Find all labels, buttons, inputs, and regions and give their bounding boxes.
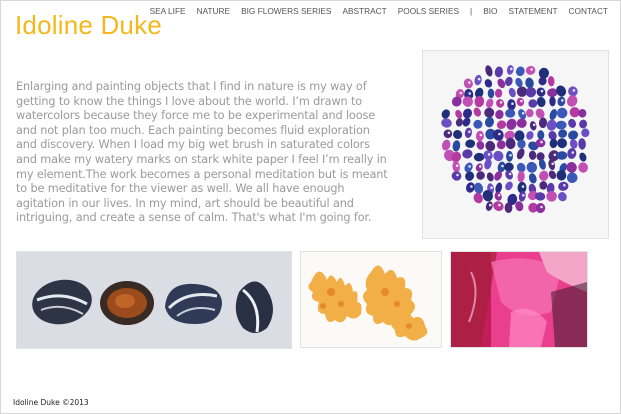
oval-highlight xyxy=(456,173,459,177)
oval-highlight xyxy=(468,165,471,168)
oval-highlight xyxy=(490,186,493,189)
nav-big-flowers-series[interactable]: BIG FLOWERS SERIES xyxy=(241,6,331,16)
pink-abstract-artwork-image[interactable] xyxy=(450,251,588,348)
oval-highlight xyxy=(447,131,451,135)
oval-highlight xyxy=(540,89,544,93)
oval-highlight xyxy=(521,112,525,115)
nav-bio[interactable]: BIO xyxy=(483,6,497,16)
oval-highlight xyxy=(479,165,482,168)
oval-highlight xyxy=(459,91,463,95)
nav-nature[interactable]: NATURE xyxy=(197,6,231,16)
main-nav: SEA LIFE NATURE BIG FLOWERS SERIES ABSTR… xyxy=(139,6,608,16)
oval-highlight xyxy=(468,92,471,95)
oval-highlight xyxy=(470,185,473,188)
oval-highlight xyxy=(551,162,554,166)
oval-highlight xyxy=(530,68,533,71)
oval-highlight xyxy=(468,81,471,84)
oval-highlight xyxy=(468,130,471,134)
oval-highlight xyxy=(497,194,501,197)
oval-highlight xyxy=(572,89,576,92)
oval-highlight xyxy=(477,77,481,81)
oval-highlight xyxy=(509,154,512,157)
oval-highlight xyxy=(520,99,523,103)
oval-highlight xyxy=(487,153,491,156)
oval-mark xyxy=(506,150,513,162)
nav-pools-series[interactable]: POOLS SERIES xyxy=(398,6,459,16)
oval-highlight xyxy=(455,164,459,167)
featured-artwork-image[interactable] xyxy=(422,50,609,239)
footer-copyright: Idoline Duke ©2013 xyxy=(13,398,89,407)
oval-highlight xyxy=(510,67,513,71)
oval-highlight xyxy=(498,132,501,136)
oval-mark xyxy=(556,170,567,181)
oval-highlight xyxy=(521,185,525,188)
nav-sea-life[interactable]: SEA LIFE xyxy=(150,6,186,16)
oval-highlight xyxy=(540,140,543,144)
pink-abstract-graphic xyxy=(451,252,587,347)
oval-highlight xyxy=(508,172,512,176)
featured-artwork-graphic xyxy=(423,51,608,238)
oval-highlight xyxy=(501,164,504,168)
intro-text: Enlarging and painting objects that I fi… xyxy=(16,80,388,225)
oval-highlight xyxy=(532,123,536,127)
coral-artwork-image[interactable] xyxy=(300,251,442,348)
oval-mark xyxy=(505,108,516,118)
nav-statement[interactable]: STATEMENT xyxy=(509,6,558,16)
oval-highlight xyxy=(561,99,564,102)
oval-highlight xyxy=(563,184,566,187)
oval-mark xyxy=(504,202,513,213)
oval-highlight xyxy=(553,153,557,157)
oval-highlight xyxy=(522,194,525,197)
nav-separator: | xyxy=(470,6,473,16)
stones-artwork-graphic xyxy=(17,252,291,348)
nav-contact[interactable]: CONTACT xyxy=(569,6,608,16)
oval-highlight xyxy=(479,133,483,137)
oval-highlight xyxy=(499,101,503,104)
oval-highlight xyxy=(498,203,501,207)
oval-highlight xyxy=(571,151,575,154)
coral-artwork-graphic xyxy=(301,252,441,347)
oval-highlight xyxy=(511,102,514,105)
nav-abstract[interactable]: ABSTRACT xyxy=(342,6,386,16)
oval-highlight xyxy=(489,203,492,207)
stones-artwork-image[interactable] xyxy=(16,251,292,349)
oval-highlight xyxy=(540,205,543,209)
